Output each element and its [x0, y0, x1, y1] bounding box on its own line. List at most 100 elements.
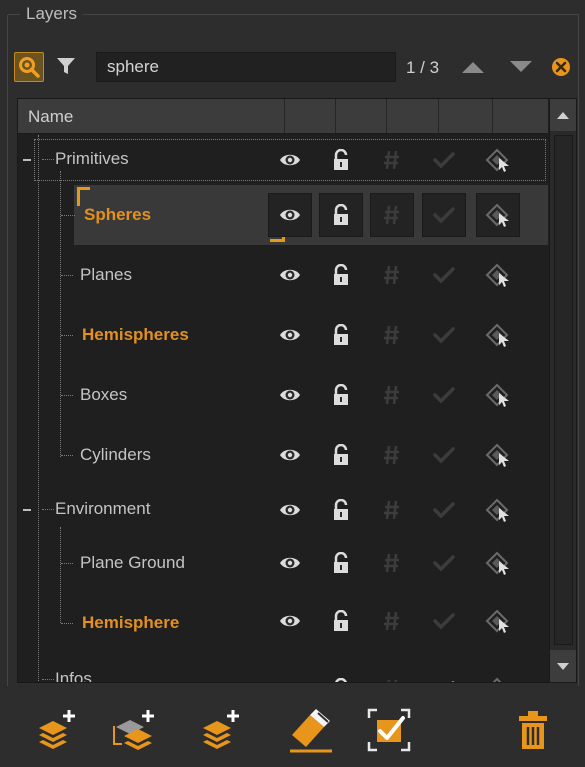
delete-layer-button[interactable]	[506, 704, 560, 756]
eye-icon	[279, 387, 301, 403]
visibility-toggle[interactable]	[268, 253, 312, 297]
render-toggle[interactable]	[370, 253, 414, 297]
lock-toggle[interactable]	[319, 488, 363, 532]
enable-toggle[interactable]	[422, 541, 466, 585]
hash-icon	[383, 324, 401, 346]
tree-line	[42, 679, 54, 680]
render-toggle[interactable]	[370, 433, 414, 477]
check-icon	[433, 326, 455, 344]
search-mode-button[interactable]	[14, 52, 44, 82]
lock-toggle[interactable]	[319, 541, 363, 585]
select-layer-button[interactable]	[476, 599, 520, 643]
select-layer-button[interactable]	[476, 488, 520, 532]
select-layer-button[interactable]	[476, 138, 520, 182]
lock-toggle[interactable]	[319, 313, 363, 357]
delete-icon	[519, 711, 547, 749]
select-layer-button[interactable]	[476, 373, 520, 417]
visibility-toggle[interactable]	[268, 433, 312, 477]
search-input[interactable]	[96, 52, 396, 82]
lock-toggle[interactable]	[319, 667, 363, 682]
select-layer-button[interactable]	[476, 193, 520, 237]
column-header-name[interactable]: Name	[28, 107, 73, 127]
select-layer-button[interactable]	[476, 667, 520, 682]
layers-panel: Layers 1 / 3	[0, 0, 585, 767]
render-toggle[interactable]	[370, 138, 414, 182]
clear-search-button[interactable]	[548, 54, 574, 80]
render-toggle[interactable]	[370, 193, 414, 237]
enable-toggle[interactable]	[422, 667, 466, 682]
visibility-toggle[interactable]	[268, 193, 312, 237]
visibility-toggle[interactable]	[268, 667, 312, 682]
render-toggle[interactable]	[370, 667, 414, 682]
select-icon	[485, 203, 511, 227]
header-divider	[335, 99, 336, 133]
render-toggle[interactable]	[370, 313, 414, 357]
clear-eraser-icon	[290, 709, 332, 753]
select-layer-button[interactable]	[476, 253, 520, 297]
check-icon	[433, 446, 455, 464]
lock-toggle[interactable]	[319, 138, 363, 182]
enable-toggle[interactable]	[422, 193, 466, 237]
lock-toggle[interactable]	[319, 599, 363, 643]
enable-toggle[interactable]	[422, 373, 466, 417]
previous-match-button[interactable]	[458, 54, 488, 80]
clear-layer-button[interactable]	[280, 704, 340, 756]
hash-icon	[383, 204, 401, 226]
enable-toggle[interactable]	[422, 488, 466, 532]
collapse-toggle-icon[interactable]	[23, 509, 31, 511]
eye-icon	[279, 152, 301, 168]
hash-icon	[383, 264, 401, 286]
lock-toggle[interactable]	[319, 433, 363, 477]
hash-icon	[383, 610, 401, 632]
check-icon	[433, 501, 455, 519]
visibility-toggle[interactable]	[268, 599, 312, 643]
collapse-toggle-icon[interactable]	[23, 159, 31, 161]
scroll-up-icon	[557, 111, 569, 119]
add-sublayer-button[interactable]	[108, 704, 162, 756]
enable-toggle[interactable]	[422, 253, 466, 297]
visibility-toggle[interactable]	[268, 488, 312, 532]
visibility-toggle[interactable]	[268, 541, 312, 585]
enable-toggle[interactable]	[422, 138, 466, 182]
lock-icon	[332, 324, 350, 346]
render-toggle[interactable]	[370, 541, 414, 585]
check-icon	[433, 151, 455, 169]
enable-toggle[interactable]	[422, 599, 466, 643]
hash-icon	[383, 444, 401, 466]
hash-icon	[383, 678, 401, 682]
enable-toggle[interactable]	[422, 433, 466, 477]
visibility-toggle[interactable]	[268, 373, 312, 417]
render-toggle[interactable]	[370, 599, 414, 643]
check-icon	[433, 206, 455, 224]
enable-toggle[interactable]	[422, 313, 466, 357]
visibility-toggle[interactable]	[268, 313, 312, 357]
vertical-scrollbar[interactable]	[549, 99, 576, 682]
check-icon	[433, 680, 455, 682]
tree-line	[42, 159, 54, 160]
add-layer-selection-icon	[203, 710, 239, 749]
visibility-toggle[interactable]	[268, 138, 312, 182]
layer-label: Boxes	[80, 385, 128, 404]
search-bar: 1 / 3	[10, 48, 575, 86]
lock-toggle[interactable]	[319, 373, 363, 417]
lock-toggle[interactable]	[319, 253, 363, 297]
render-toggle[interactable]	[370, 488, 414, 532]
triangle-up-icon	[462, 62, 484, 73]
add-layer-button[interactable]	[30, 704, 84, 756]
scroll-down-button[interactable]	[550, 650, 576, 682]
tree-header: Name	[18, 99, 548, 134]
select-all-button[interactable]	[362, 704, 416, 756]
filter-button[interactable]	[52, 52, 80, 80]
select-layer-button[interactable]	[476, 433, 520, 477]
next-match-button[interactable]	[506, 54, 536, 80]
render-toggle[interactable]	[370, 373, 414, 417]
eye-icon	[279, 267, 301, 283]
scrollbar-thumb[interactable]	[554, 135, 573, 645]
add-selection-to-layer-button[interactable]	[194, 704, 248, 756]
scroll-up-button[interactable]	[550, 99, 576, 131]
select-layer-button[interactable]	[476, 313, 520, 357]
select-layer-button[interactable]	[476, 541, 520, 585]
layers-toolbar	[0, 686, 585, 767]
lock-toggle[interactable]	[319, 193, 363, 237]
tree-line	[61, 335, 73, 336]
